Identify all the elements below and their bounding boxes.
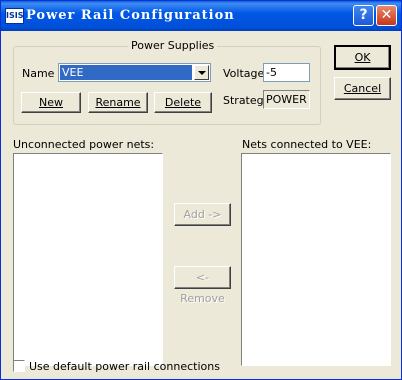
delete-button-label: Delete	[164, 96, 202, 109]
voltage-field[interactable]: -5	[263, 63, 310, 82]
delete-button[interactable]: Delete	[154, 92, 212, 113]
help-button[interactable]: ?	[353, 5, 374, 26]
rename-button-label: Rename	[95, 96, 141, 109]
strategy-label: Strateg:	[223, 94, 263, 107]
ok-button-label: OK	[354, 51, 371, 64]
default-connections-label: Use default power rail connections	[29, 360, 220, 373]
app-icon: ISIS	[5, 8, 24, 24]
name-combobox[interactable]: VEE	[58, 63, 211, 82]
name-combobox-value: VEE	[60, 65, 192, 80]
connected-nets-label: Nets connected to VEE:	[242, 138, 372, 151]
voltage-label: Voltage	[223, 67, 265, 80]
title-bar[interactable]: ISIS Power Rail Configuration ? ✕	[1, 1, 401, 31]
unconnected-nets-list[interactable]	[13, 153, 163, 366]
cancel-button-label: Cancel	[343, 82, 382, 95]
cancel-button[interactable]: Cancel	[334, 77, 391, 100]
power-supplies-group	[13, 46, 321, 125]
chevron-down-icon[interactable]	[194, 65, 209, 80]
default-connections-checkbox[interactable]	[13, 360, 25, 372]
name-label: Name	[22, 67, 55, 80]
power-supplies-group-label: Power Supplies	[128, 39, 218, 52]
new-button[interactable]: New	[21, 92, 81, 113]
close-button[interactable]: ✕	[376, 5, 397, 26]
new-button-label: New	[39, 96, 63, 109]
ok-button[interactable]: OK	[334, 45, 391, 70]
unconnected-nets-label: Unconnected power nets:	[13, 138, 155, 151]
connected-nets-list[interactable]	[241, 153, 391, 366]
remove-button[interactable]: <- Remove	[174, 266, 231, 305]
add-button[interactable]: Add ->	[174, 203, 231, 226]
strategy-field: POWER	[263, 90, 310, 109]
rename-button[interactable]: Rename	[88, 92, 148, 113]
window-title: Power Rail Configuration	[26, 8, 235, 23]
dialog-window: ISIS Power Rail Configuration ? ✕ Power …	[0, 0, 402, 380]
